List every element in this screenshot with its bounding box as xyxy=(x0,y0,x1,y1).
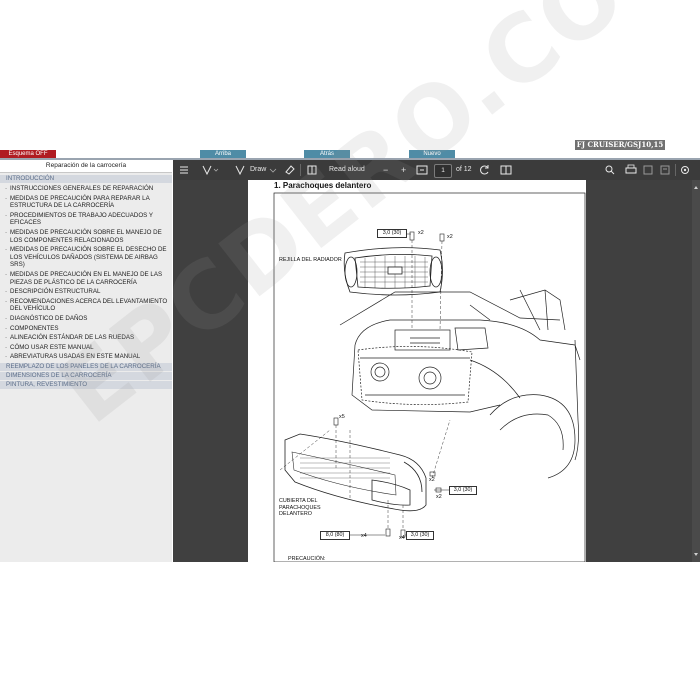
save-icon[interactable] xyxy=(643,160,653,180)
draw-button[interactable]: Draw xyxy=(250,160,266,180)
nuevo-button[interactable]: Nuevo xyxy=(409,150,455,158)
torque-leader-lines xyxy=(349,233,450,536)
sidebar-section-introduccion[interactable]: INTRODUCCIÓN xyxy=(0,175,172,183)
sidebar: Reparación de la carrocería INTRODUCCIÓN… xyxy=(0,160,172,562)
radiator-grille-label: REJILLA DEL RADIADOR xyxy=(279,257,342,263)
page-view-icon[interactable] xyxy=(307,160,317,180)
toolbar-separator xyxy=(675,164,676,176)
sidebar-item[interactable]: · MEDIDAS DE PRECAUCIÓN SOBRE EL DESECHO … xyxy=(0,245,172,270)
save-as-icon[interactable] xyxy=(660,160,670,180)
contents-icon[interactable] xyxy=(179,160,189,180)
sidebar-item[interactable]: · ALINEACIÓN ESTÁNDAR DE LAS RUEDAS xyxy=(0,333,172,343)
viewer-scrollbar[interactable] xyxy=(692,180,700,562)
sidebar-item[interactable]: · CÓMO USAR ESTE MANUAL xyxy=(0,343,172,353)
zoom-in-button[interactable]: + xyxy=(401,160,406,180)
toolbar-separator xyxy=(300,164,301,176)
page-total-label: of 12 xyxy=(456,166,472,173)
arriba-button[interactable]: Arriba xyxy=(200,150,246,158)
zoom-out-button[interactable]: − xyxy=(383,160,388,180)
two-page-icon[interactable] xyxy=(500,160,512,180)
document-title: 1. Parachoques delantero xyxy=(274,181,372,190)
sidebar-item[interactable]: · DIAGNÓSTICO DE DAÑOS xyxy=(0,314,172,324)
sidebar-item[interactable]: · MEDIDAS DE PRECAUCIÓN SOBRE EL MANEJO D… xyxy=(0,228,172,245)
bumper-cover-label: CUBIERTA DEL PARACHOQUES DELANTERO xyxy=(279,498,321,517)
esquema-off-button[interactable]: Esquema OFF xyxy=(0,150,56,158)
sidebar-list: INTRODUCCIÓN · INSTRUCCIONES GENERALES DE… xyxy=(0,174,172,390)
settings-icon[interactable] xyxy=(680,160,690,180)
erase-icon[interactable] xyxy=(284,160,296,180)
sidebar-item[interactable]: · DESCRIPCIÓN ESTRUCTURAL xyxy=(0,287,172,297)
quantity-label: x2 xyxy=(418,230,424,236)
draw-dropdown-icon[interactable] xyxy=(269,160,277,180)
rotate-icon[interactable] xyxy=(479,160,491,180)
sidebar-item[interactable]: · MEDIDAS DE PRECAUCIÓN EN EL MANEJO DE L… xyxy=(0,270,172,287)
sidebar-item[interactable]: · ABREVIATURAS USADAS EN ESTE MANUAL xyxy=(0,352,172,362)
sidebar-section-pintura[interactable]: PINTURA, REVESTIMIENTO xyxy=(0,380,172,389)
torque-spec: 3,0 (30) xyxy=(449,486,477,495)
grille-clips xyxy=(333,231,445,538)
quantity-label: x2 xyxy=(436,494,442,500)
print-icon[interactable] xyxy=(625,160,637,180)
sidebar-item[interactable]: · PROCEDIMIENTOS DE TRABAJO ADECUADOS Y E… xyxy=(0,211,172,228)
page-number-input[interactable]: 1 xyxy=(434,164,452,178)
sidebar-section-reemplazo[interactable]: REEMPLAZO DE LOS PANELES DE LA CARROCERÍ… xyxy=(0,362,172,371)
sidebar-item[interactable]: · MEDIDAS DE PRECAUCIÓN PARA REPARAR LA E… xyxy=(0,194,172,211)
radiator-grille-part xyxy=(343,247,443,296)
quantity-label: x4 xyxy=(399,535,405,541)
quantity-label: x5 xyxy=(339,414,345,420)
quantity-label: x2 xyxy=(429,477,435,483)
fit-page-icon[interactable] xyxy=(416,160,428,180)
quantity-label: x4 xyxy=(361,533,367,539)
sidebar-title: Reparación de la carrocería xyxy=(0,160,172,173)
atras-button[interactable]: Atrás xyxy=(304,150,350,158)
sidebar-item[interactable]: · COMPONENTES xyxy=(0,324,172,334)
highlight-icon[interactable] xyxy=(201,160,219,180)
torque-spec: 3,0 (30) xyxy=(406,531,434,540)
sidebar-section-dimensiones[interactable]: DIMENSIONES DE LA CARROCERÍA xyxy=(0,371,172,380)
sidebar-item[interactable]: · RECOMENDACIONES ACERCA DEL LEVANTAMIENT… xyxy=(0,297,172,314)
draw-icon[interactable] xyxy=(235,160,245,180)
sidebar-item[interactable]: · INSTRUCCIONES GENERALES DE REPARACIÓN xyxy=(0,184,172,194)
vehicle-model-label: FJ CRUISER/GSJ10,15 xyxy=(575,140,665,150)
torque-spec: 3,0 (30) xyxy=(377,229,407,238)
read-aloud-button[interactable]: Read aloud xyxy=(329,160,365,180)
quantity-label: x2 xyxy=(447,234,453,240)
torque-spec: 8,0 (80) xyxy=(320,531,350,540)
caution-label: PRECAUCIÓN: xyxy=(288,556,326,562)
vehicle-outline xyxy=(339,289,581,479)
search-icon[interactable] xyxy=(605,160,615,180)
